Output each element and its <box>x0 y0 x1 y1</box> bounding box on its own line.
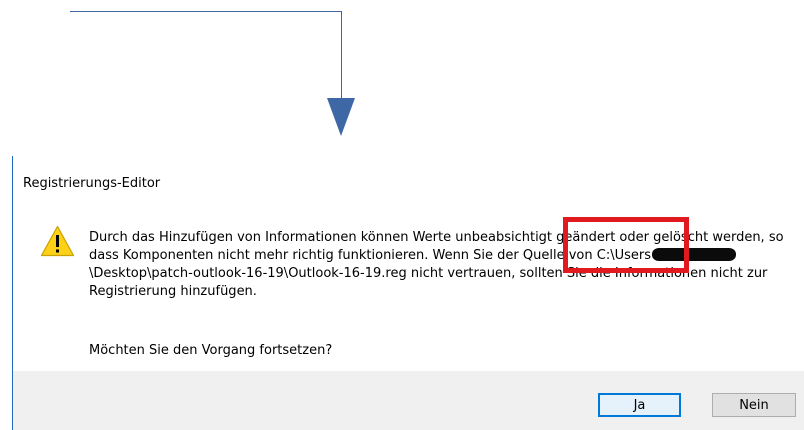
yes-button[interactable]: Ja <box>598 393 681 417</box>
annotation-arrow-stem <box>341 11 342 99</box>
dialog-title: Registrierungs-Editor <box>23 176 161 191</box>
warning-icon <box>40 225 75 257</box>
dialog-question: Möchten Sie den Vorgang fortsetzen? <box>89 343 333 358</box>
annotation-arrow-line <box>70 11 342 12</box>
no-button[interactable]: Nein <box>712 393 796 417</box>
registry-editor-dialog: Registrierungs-Editor Durch das Hinzufüg… <box>12 156 804 430</box>
annotation-arrow-head <box>327 98 355 136</box>
dialog-button-bar <box>13 371 804 430</box>
annotation-highlight-box <box>563 217 689 273</box>
screenshot: Registrierungs-Editor Durch das Hinzufüg… <box>0 0 804 430</box>
